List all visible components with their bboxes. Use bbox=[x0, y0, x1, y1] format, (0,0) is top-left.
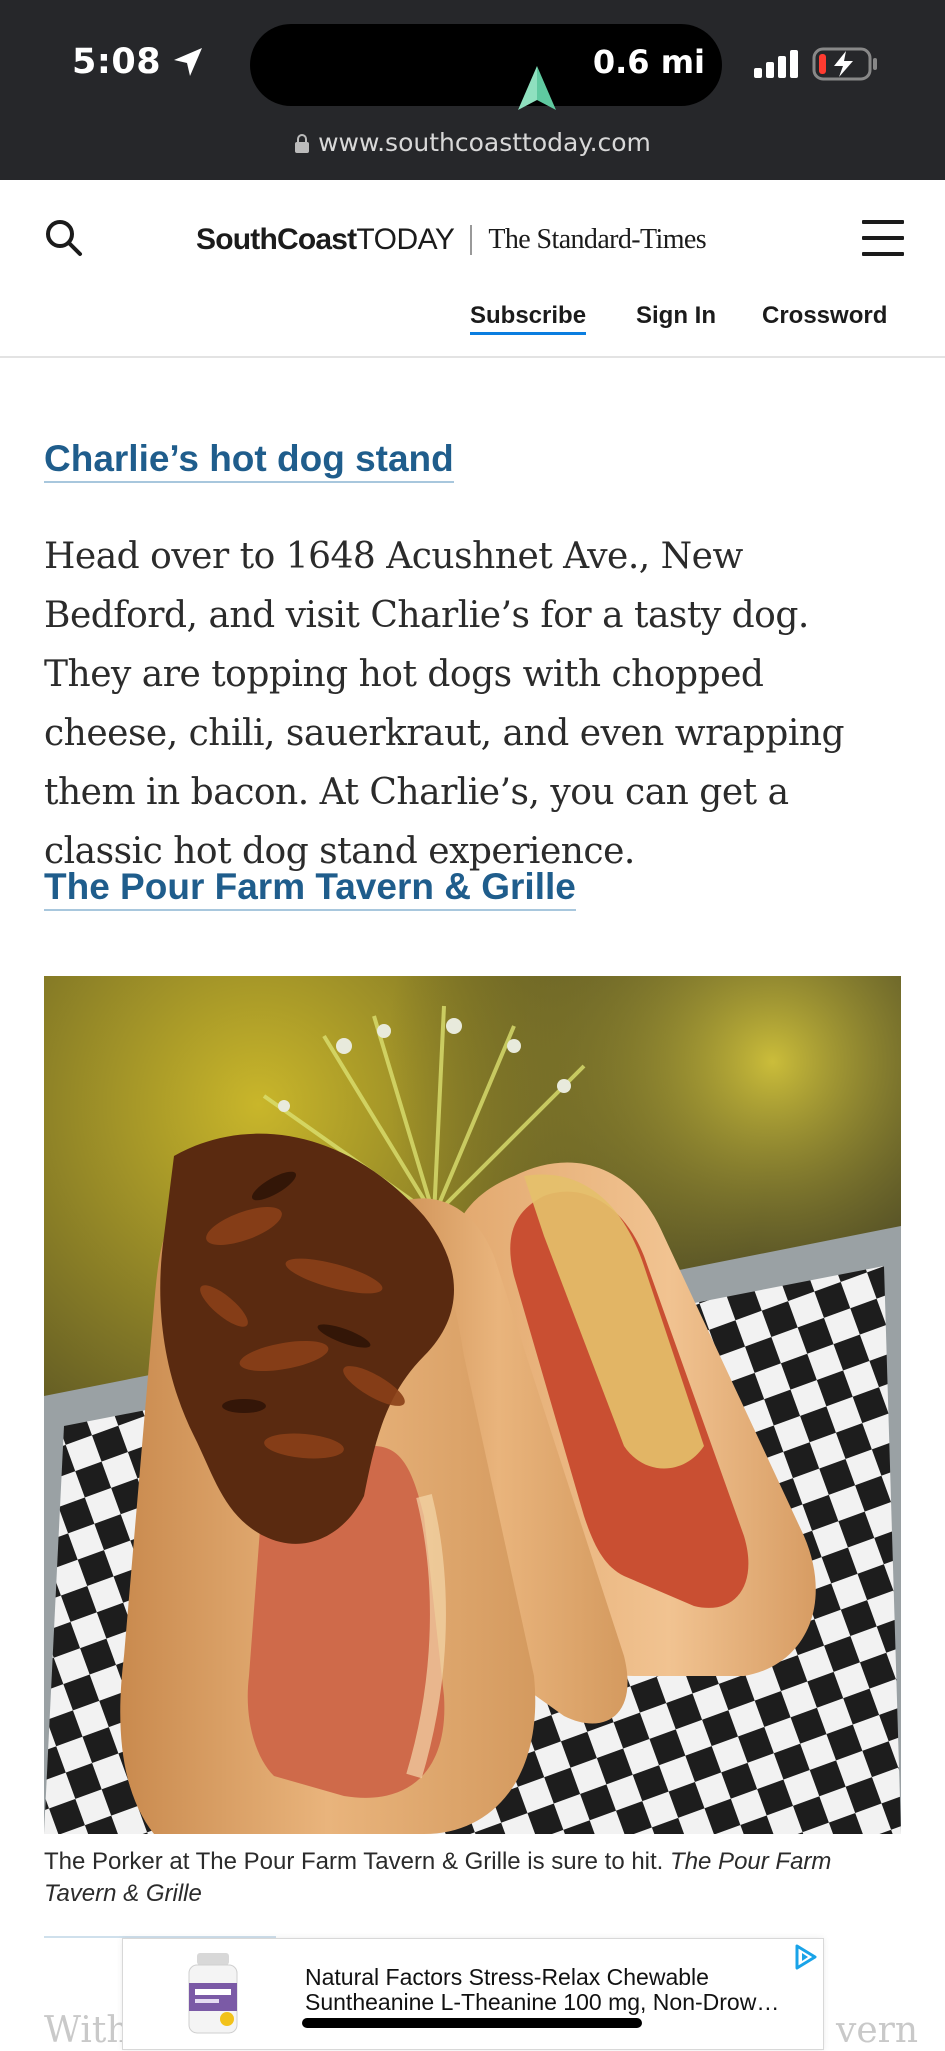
clock: 5:08 bbox=[72, 42, 162, 82]
subscribe-link[interactable]: Subscribe bbox=[470, 302, 587, 335]
site-logo[interactable]: SouthCoast TODAY The Standard-Times bbox=[196, 220, 707, 260]
next-paragraph-end: vern bbox=[836, 2010, 919, 2051]
section-title-pour-farm[interactable]: The Pour Farm Tavern & Grille bbox=[44, 866, 576, 911]
navigation-arrow-icon bbox=[518, 66, 556, 110]
lock-icon bbox=[295, 134, 310, 153]
logo-divider bbox=[470, 225, 473, 255]
logo-southcoast: SouthCoast bbox=[196, 223, 357, 256]
ad-headline-2: Suntheanine L-Theanine 100 mg, Non-Drow… bbox=[305, 1989, 780, 2015]
cellular-signal-icon bbox=[754, 50, 798, 78]
crossword-link[interactable]: Crossword bbox=[762, 302, 887, 330]
sponsored-ad-banner[interactable]: Natural Factors Stress-Relax Chewable Su… bbox=[122, 1938, 824, 2050]
status-bar: 5:08 0.6 mi www.southcoasttoday.com bbox=[0, 0, 945, 180]
url-text: www.southcoasttoday.com bbox=[318, 128, 651, 157]
supplement-bottle-image bbox=[188, 1953, 238, 2034]
ad-text: Natural Factors Stress-Relax Chewable Su… bbox=[305, 1965, 805, 2015]
next-paragraph-start: With bbox=[44, 2010, 130, 2051]
photo-caption: The Porker at The Pour Farm Tavern & Gri… bbox=[44, 1846, 894, 1910]
search-icon[interactable] bbox=[42, 216, 86, 260]
article-photo-hot-dogs[interactable] bbox=[44, 976, 901, 1834]
site-header: SouthCoast TODAY The Standard-Times Subs… bbox=[0, 180, 945, 358]
sign-in-link[interactable]: Sign In bbox=[636, 302, 716, 330]
adchoices-icon[interactable] bbox=[791, 1943, 819, 1971]
caption-text: The Porker at The Pour Farm Tavern & Gri… bbox=[44, 1848, 664, 1875]
article-paragraph: Head over to 1648 Acushnet Ave., New Bed… bbox=[44, 536, 845, 872]
address-bar[interactable]: www.southcoasttoday.com bbox=[0, 128, 945, 168]
logo-standard-times: The Standard-Times bbox=[488, 224, 706, 255]
section-title-charlies[interactable]: Charlie’s hot dog stand bbox=[44, 438, 454, 483]
hot-dog-photo-illustration bbox=[44, 976, 901, 1834]
battery-charging-icon bbox=[812, 47, 877, 81]
logo-today: TODAY bbox=[356, 223, 455, 256]
home-indicator[interactable] bbox=[302, 2018, 642, 2028]
ad-headline-1: Natural Factors Stress-Relax Chewable bbox=[305, 1965, 709, 1990]
navigation-distance: 0.6 mi bbox=[592, 43, 705, 81]
hamburger-menu-icon[interactable] bbox=[862, 220, 904, 256]
location-arrow-icon bbox=[174, 48, 202, 76]
